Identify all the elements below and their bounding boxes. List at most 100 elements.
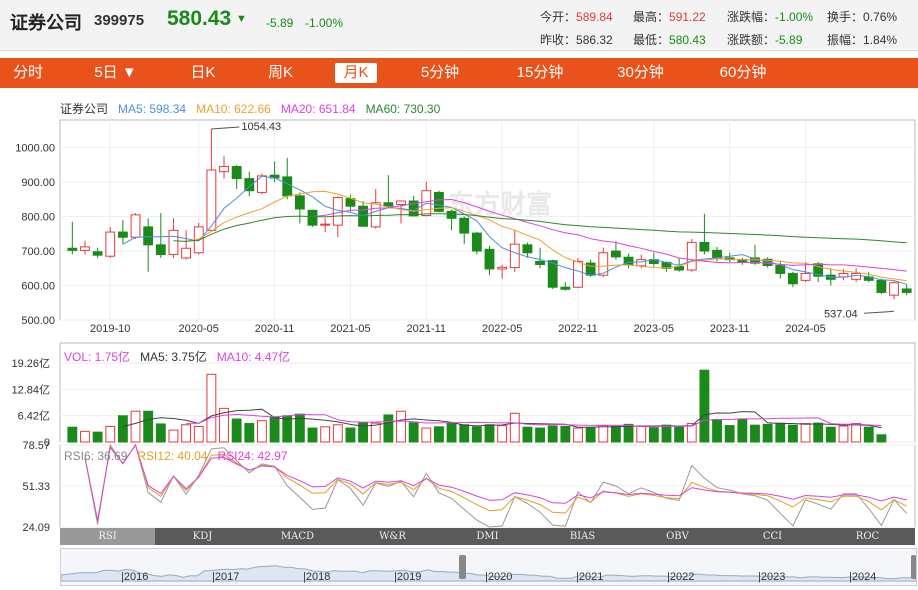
- volume-bar: [787, 424, 798, 443]
- vol-tick-label: 12.84亿: [11, 383, 50, 396]
- chart-canvas: 1000.00 900.00 800.00 700.00 600.00 500.00 201…: [11, 119, 916, 534]
- candle-body: [851, 272, 862, 280]
- candle-body: [370, 202, 381, 228]
- candle-body: [522, 244, 533, 254]
- volume-bar: [547, 425, 558, 443]
- stock-code: 399975: [94, 12, 145, 29]
- volume-bar: [825, 426, 836, 443]
- ma5-line: [122, 175, 907, 285]
- candle-body: [787, 272, 798, 285]
- volume-bar: [459, 424, 470, 443]
- volume-bar: [282, 415, 293, 443]
- volume-bar: [294, 413, 305, 443]
- candle-body: [484, 248, 495, 270]
- tab-7[interactable]: 30分钟: [608, 63, 673, 83]
- vol-tick-label: 0: [44, 437, 50, 449]
- legend-rsi6: RSI6: 36.69: [64, 449, 128, 463]
- candle-body: [421, 190, 432, 217]
- tab-0[interactable]: 分时: [8, 63, 48, 83]
- candle-body: [358, 205, 369, 227]
- candle-body: [712, 249, 722, 259]
- price-change: -5.89: [266, 16, 294, 30]
- indicator-roc[interactable]: ROC: [820, 528, 915, 545]
- volume-bar: [775, 422, 786, 443]
- navigator-year: |2019: [394, 571, 422, 583]
- period-tabs: 分时 5日 ▼ 日K 周K 月K 5分钟 15分钟 30分钟 60分钟: [0, 58, 918, 88]
- candle-body: [130, 214, 141, 238]
- tab-2[interactable]: 日K: [183, 63, 223, 83]
- stat-value: 580.43: [669, 33, 706, 47]
- tab-3[interactable]: 周K: [258, 63, 303, 83]
- tab-5[interactable]: 5分钟: [410, 63, 470, 83]
- volume-bar: [307, 427, 318, 443]
- candle-body: [269, 174, 280, 179]
- current-price: 580.43: [167, 7, 232, 30]
- candle-body: [775, 265, 786, 274]
- indicator-tabs: RSI KDJ MACD W&R DMI BIAS OBV CCI ROC: [60, 528, 915, 545]
- kline-legend: 证券公司 MA5: 598.34 MA10: 622.66 MA20: 651.…: [60, 100, 440, 117]
- volume-bar: [181, 424, 192, 443]
- navigator-year: |2023: [758, 571, 786, 583]
- indicator-kdj[interactable]: KDJ: [155, 528, 250, 545]
- vol-tick-label: 19.26亿: [11, 357, 50, 370]
- candle-body: [257, 175, 267, 193]
- legend-ma20: MA20: 651.84: [280, 102, 356, 116]
- candle-body: [143, 226, 154, 246]
- tab-8[interactable]: 60分钟: [708, 63, 778, 83]
- volume-bar: [358, 422, 369, 443]
- candle-body: [193, 226, 204, 254]
- volume-bar: [383, 414, 394, 443]
- volume-bar: [560, 425, 571, 443]
- candle-body: [800, 272, 811, 281]
- volume-bar: [231, 418, 242, 443]
- indicator-bias[interactable]: BIAS: [535, 528, 630, 545]
- volume-bar: [838, 425, 849, 443]
- stat-label: 今开：: [540, 10, 577, 24]
- candle-body: [813, 263, 824, 277]
- stat-label: 昨收：: [540, 33, 577, 47]
- price-change-pct: -1.00%: [305, 16, 344, 30]
- indicator-dmi[interactable]: DMI: [440, 528, 535, 545]
- volume-bar: [497, 425, 508, 443]
- indicator-obv[interactable]: OBV: [630, 528, 725, 545]
- volume-bar: [130, 410, 141, 443]
- candle-body: [307, 209, 318, 226]
- tab-4[interactable]: 月K: [335, 63, 377, 83]
- candle-body: [446, 210, 457, 219]
- legend-vol-ma10: MA10: 4.47亿: [216, 350, 291, 364]
- candle-body: [320, 223, 331, 226]
- tab-6[interactable]: 15分钟: [505, 63, 575, 83]
- volume-bar: [257, 420, 267, 443]
- candle-body: [105, 231, 116, 257]
- indicator-macd[interactable]: MACD: [250, 528, 345, 545]
- candle-body: [231, 166, 242, 180]
- navigator-handle-left[interactable]: [459, 555, 466, 579]
- navigator-handle-right[interactable]: [911, 555, 916, 579]
- indicator-cci[interactable]: CCI: [725, 528, 820, 545]
- stock-name: 证券公司: [10, 13, 82, 33]
- volume-bar: [408, 422, 419, 443]
- candle-body: [459, 217, 470, 234]
- volume-bar: [686, 423, 697, 443]
- volume-bar: [610, 425, 621, 443]
- stat-3: 换手：0.76%: [827, 8, 897, 25]
- indicator-wr[interactable]: W&R: [345, 528, 440, 545]
- range-navigator[interactable]: |2016 |2017 |2018 |2019 |2020 |2021 |2022 |2023…: [60, 548, 917, 586]
- watermark: 东方财富: [448, 189, 552, 219]
- candle-body: [762, 258, 773, 267]
- candle-body: [598, 252, 609, 276]
- volume-bar: [332, 424, 343, 443]
- volume-bar: [636, 425, 647, 443]
- stat-6: 涨跌额：-5.89: [727, 31, 802, 48]
- stat-value: 589.84: [576, 10, 613, 24]
- x-tick-label: 2023-11: [710, 323, 750, 335]
- indicator-rsi[interactable]: RSI: [60, 528, 155, 545]
- tab-1[interactable]: 5日 ▼: [88, 63, 143, 83]
- stat-4: 昨收：586.32: [540, 31, 613, 48]
- candle-body: [332, 197, 343, 226]
- candle-body: [92, 251, 103, 256]
- candle-body: [636, 259, 647, 267]
- volume-bar: [724, 425, 735, 443]
- stat-value: -5.89: [775, 33, 803, 47]
- volume-bar: [320, 426, 331, 443]
